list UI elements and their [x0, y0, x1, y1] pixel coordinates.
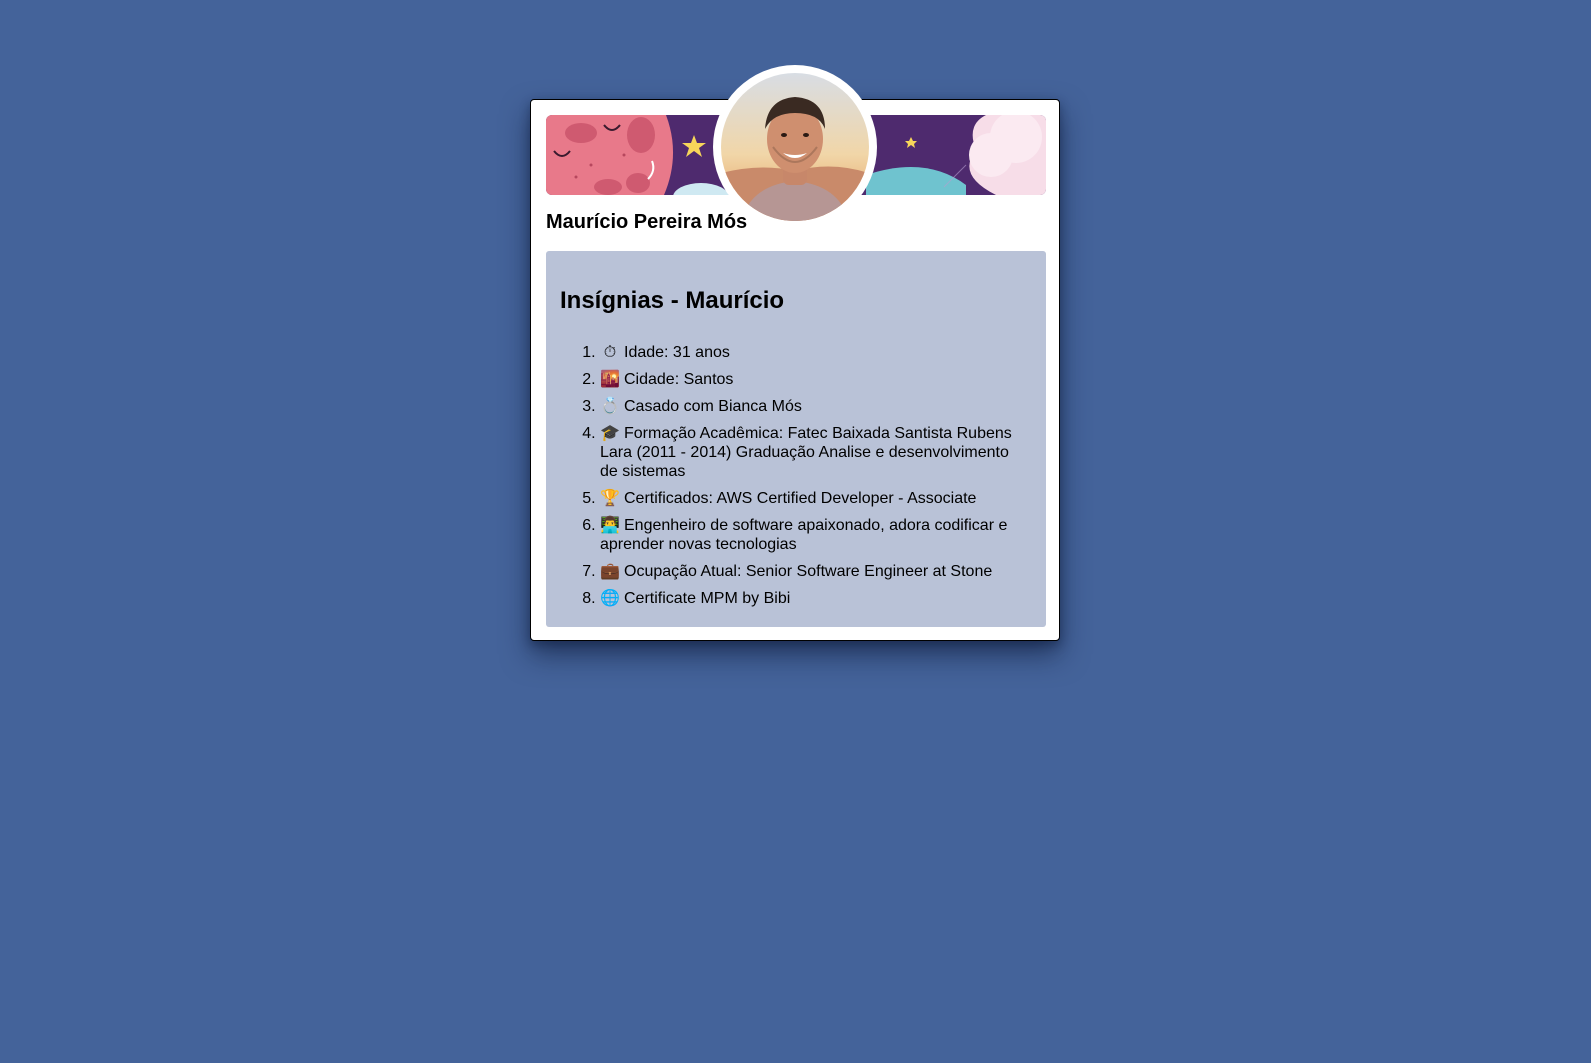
list-item-text: Casado com Bianca Mós [624, 398, 802, 415]
profile-card: Maurício Pereira Mós Insígnias - Mauríci… [530, 65, 1060, 641]
ring-icon: 💍 [600, 396, 620, 415]
list-item: 💍Casado com Bianca Mós [600, 396, 1032, 416]
list-item: ⏱ Idade: 31 anos [600, 342, 1032, 362]
badges-list: ⏱ Idade: 31 anos 🌇Cidade: Santos 💍Casado … [560, 342, 1032, 608]
avatar [721, 73, 869, 221]
list-item-text: Idade: 31 anos [624, 344, 730, 361]
graduation-cap-icon: 🎓 [600, 423, 620, 442]
list-item-text: Cidade: Santos [624, 371, 734, 388]
technologist-icon: 👨‍💻 [600, 515, 620, 534]
list-item: 🎓Formação Acadêmica: Fatec Baixada Santi… [600, 423, 1032, 481]
avatar-frame [713, 65, 877, 229]
list-item-text: Certificados: AWS Certified Developer - … [624, 490, 977, 507]
list-item-text: Formação Acadêmica: Fatec Baixada Santis… [600, 425, 1012, 480]
list-item: 💼Ocupação Atual: Senior Software Enginee… [600, 561, 1032, 581]
list-item: 👨‍💻Engenheiro de software apaixonado, ad… [600, 515, 1032, 554]
badges-title: Insígnias - Maurício [560, 287, 785, 314]
badges-panel: Insígnias - Maurício ⏱ Idade: 31 anos 🌇Ci… [546, 251, 1046, 627]
globe-icon: 🌐 [600, 588, 620, 607]
trophy-icon: 🏆 [600, 488, 620, 507]
profile-name: Maurício Pereira Mós [546, 211, 748, 233]
briefcase-icon: 💼 [600, 561, 620, 580]
list-item: 🏆Certificados: AWS Certified Developer -… [600, 488, 1032, 508]
list-item: 🌇Cidade: Santos [600, 369, 1032, 389]
list-item-text: Certificate MPM by Bibi [624, 590, 791, 607]
city-sunset-icon: 🌇 [600, 369, 620, 388]
stopwatch-icon: ⏱ [603, 342, 617, 361]
list-item-text: Engenheiro de software apaixonado, adora… [600, 517, 1008, 553]
list-item-text: Ocupação Atual: Senior Software Engineer… [624, 563, 993, 580]
list-item: 🌐Certificate MPM by Bibi [600, 588, 1032, 608]
